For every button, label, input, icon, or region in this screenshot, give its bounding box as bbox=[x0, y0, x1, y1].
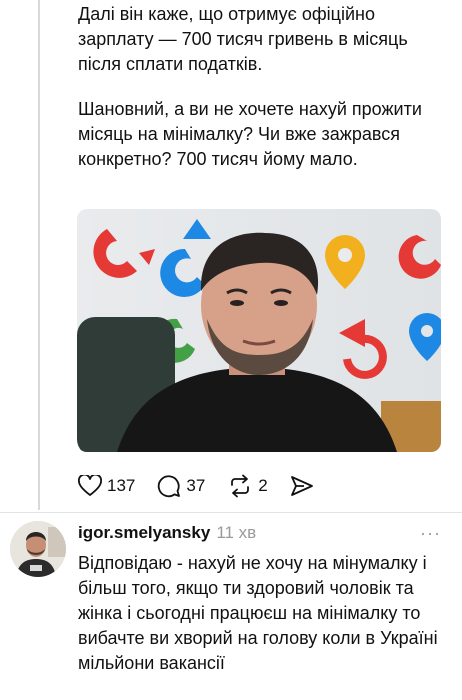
post-actions: 137 37 2 bbox=[78, 472, 336, 500]
more-options-icon[interactable]: ··· bbox=[420, 522, 441, 544]
post-photo[interactable] bbox=[77, 209, 441, 452]
like-button[interactable]: 137 bbox=[78, 475, 135, 497]
like-count: 137 bbox=[107, 476, 136, 495]
send-icon bbox=[290, 476, 313, 496]
repost-count: 2 bbox=[258, 476, 268, 495]
comment-icon bbox=[158, 475, 181, 498]
post-paragraph-2: Шановний, а ви не хочете нахуй прожити м… bbox=[78, 99, 422, 169]
comment-count: 37 bbox=[186, 476, 206, 495]
post-photo-image bbox=[77, 209, 441, 452]
divider bbox=[0, 512, 462, 513]
post-paragraph-1: Далі він каже, що отримує офіційно зарпл… bbox=[78, 4, 408, 74]
share-button[interactable] bbox=[290, 475, 314, 497]
avatar[interactable] bbox=[10, 521, 66, 577]
reply-text: Відповідаю - нахуй не хочу на мінумалку … bbox=[78, 553, 438, 673]
repost-button[interactable]: 2 bbox=[227, 474, 268, 498]
comment-button[interactable]: 37 bbox=[157, 474, 205, 498]
heart-icon bbox=[78, 475, 102, 496]
repost-icon bbox=[231, 474, 250, 498]
thread-line bbox=[38, 0, 40, 510]
avatar-image bbox=[10, 521, 66, 577]
reply-header: igor.smelyansky 11 хв bbox=[78, 522, 256, 544]
reply-username[interactable]: igor.smelyansky bbox=[78, 523, 210, 542]
reply-time: 11 хв bbox=[216, 523, 257, 542]
